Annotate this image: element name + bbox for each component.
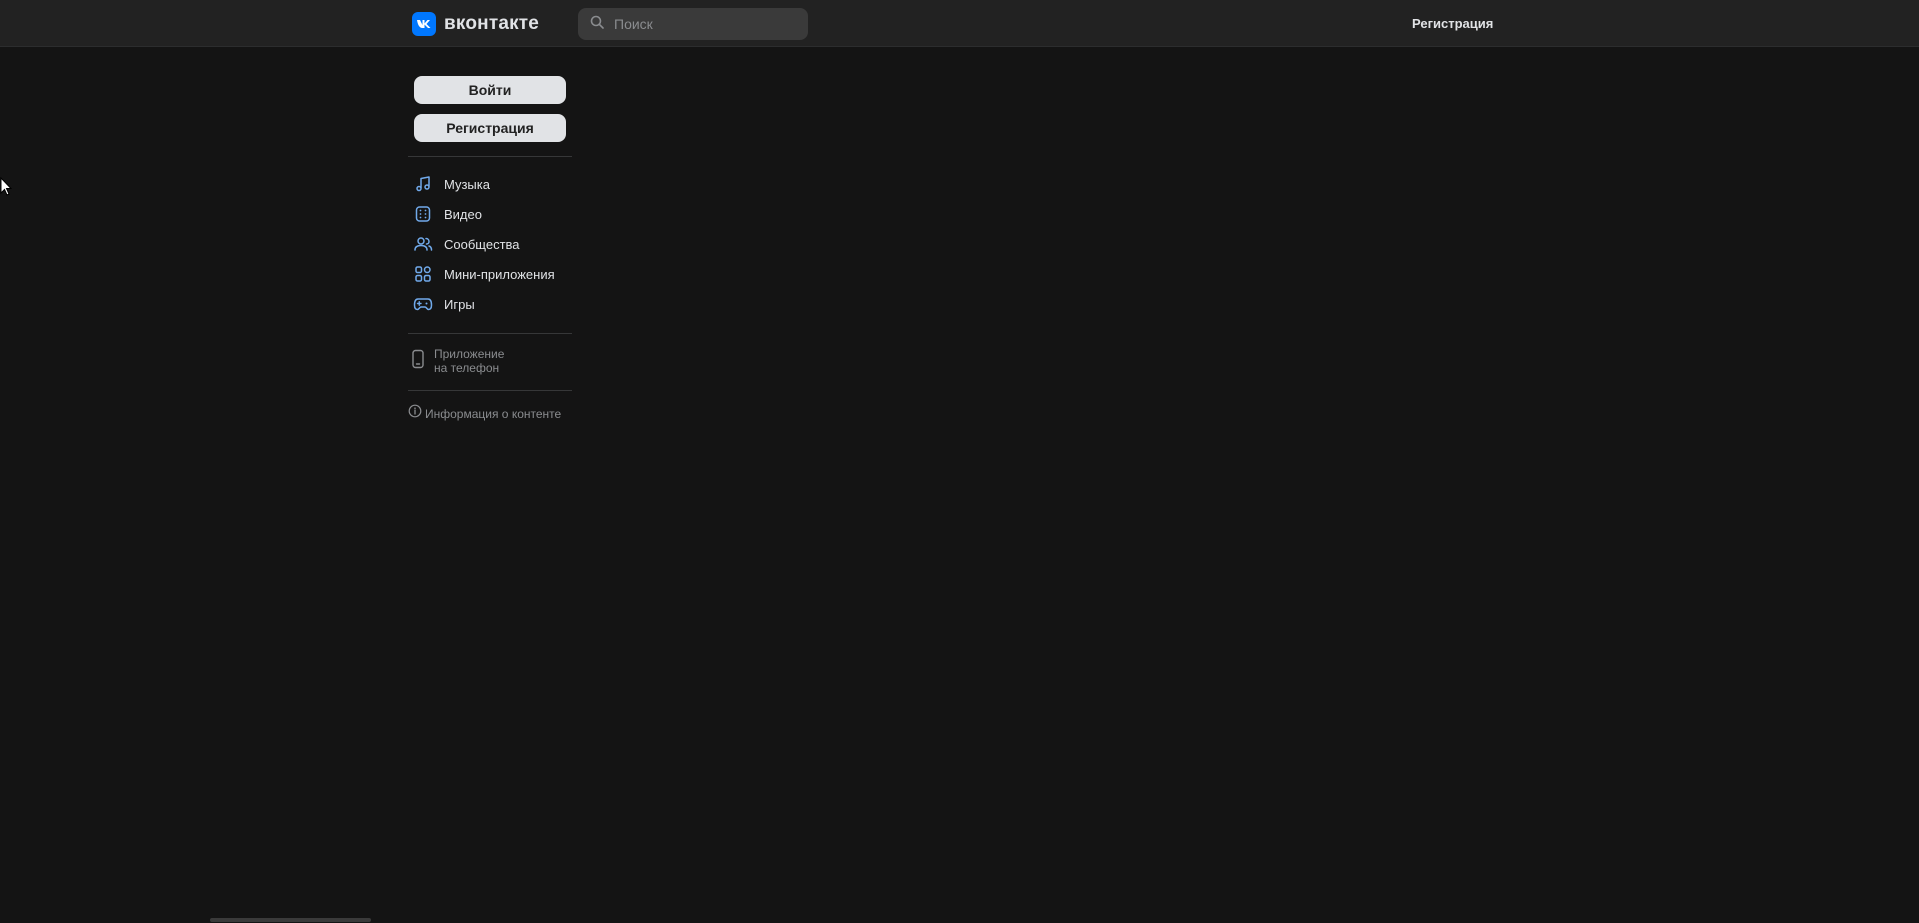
sidebar-item-label: Музыка — [444, 176, 490, 192]
sidebar-item-label: Игры — [444, 296, 475, 312]
gamepad-icon — [412, 293, 434, 315]
sidebar-item-label: Мини-приложения — [444, 266, 555, 282]
horizontal-scrollbar[interactable] — [210, 918, 371, 922]
sidebar-item-mini-apps[interactable]: Мини-приложения — [412, 262, 555, 286]
mobile-app-link[interactable]: Приложение на телефон — [410, 347, 504, 375]
video-icon — [412, 203, 434, 225]
mini-apps-icon — [412, 263, 434, 285]
search-icon — [590, 15, 604, 34]
content-info-link[interactable]: Информация о контенте — [408, 404, 561, 423]
sidebar-divider — [408, 333, 572, 334]
communities-icon — [412, 233, 434, 255]
sidebar-divider — [408, 156, 572, 157]
header-register-link[interactable]: Регистрация — [1412, 16, 1493, 31]
vk-logo[interactable]: вконтакте — [412, 12, 539, 36]
mobile-app-line2: на телефон — [434, 361, 500, 375]
music-icon — [412, 173, 434, 195]
vk-logo-icon — [412, 12, 436, 36]
mobile-app-line1: Приложение — [434, 347, 505, 361]
sidebar-item-communities[interactable]: Сообщества — [412, 232, 520, 256]
sidebar-divider — [408, 390, 572, 391]
logo-text: вконтакте — [444, 13, 540, 34]
top-header: вконтакте Регистрация — [0, 0, 1919, 47]
search-input[interactable] — [612, 15, 796, 33]
sidebar-item-label: Сообщества — [444, 236, 520, 252]
content-info-label: Информация о контенте — [425, 406, 562, 421]
sidebar-item-games[interactable]: Игры — [412, 292, 475, 316]
sidebar-item-label: Видео — [444, 206, 482, 222]
mobile-app-text: Приложение на телефон — [434, 347, 504, 375]
login-button[interactable]: Войти — [414, 76, 566, 104]
register-button[interactable]: Регистрация — [414, 114, 566, 142]
sidebar-item-video[interactable]: Видео — [412, 202, 482, 226]
mouse-cursor-icon — [0, 176, 13, 202]
phone-icon — [410, 349, 426, 374]
search-box[interactable] — [578, 8, 808, 40]
info-icon — [408, 404, 422, 423]
sidebar-item-music[interactable]: Музыка — [412, 172, 490, 196]
